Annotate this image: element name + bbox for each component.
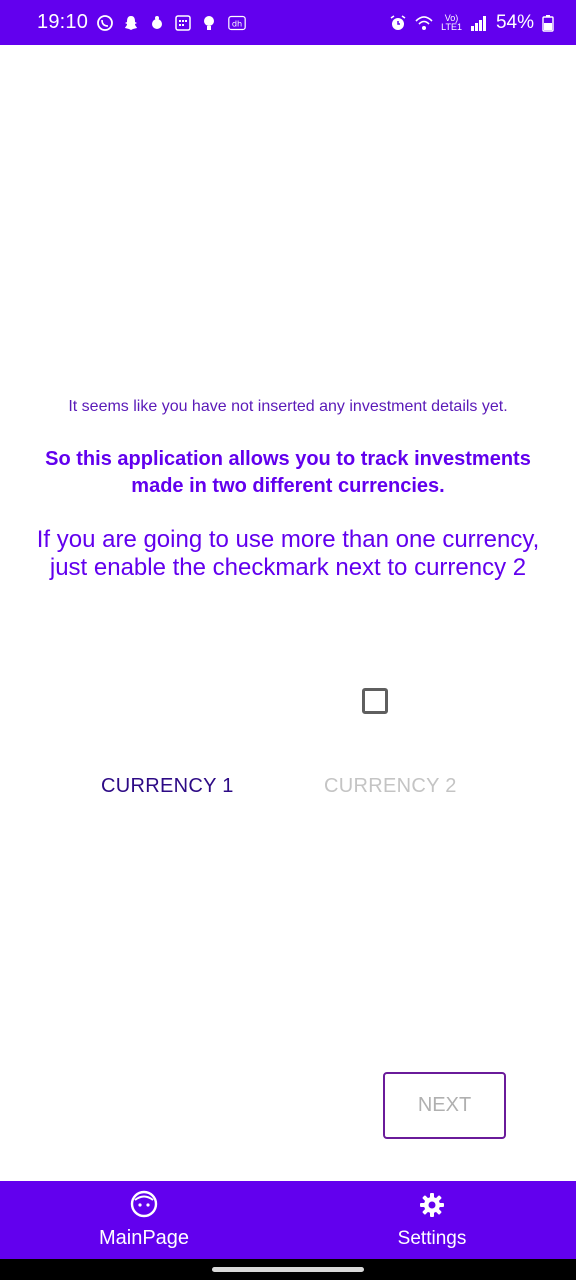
bulb-icon xyxy=(200,14,218,32)
bottom-nav: MainPage Settings xyxy=(0,1181,576,1259)
signal-icon xyxy=(470,14,488,32)
dh-icon: dh xyxy=(226,14,248,32)
nav-label-settings: Settings xyxy=(397,1227,467,1249)
alarm-icon xyxy=(389,14,407,32)
home-gesture-bar[interactable] xyxy=(212,1267,364,1272)
system-nav-bar xyxy=(0,1259,576,1280)
lte-bottom-label: LTE1 xyxy=(441,21,462,32)
currency2-checkbox[interactable] xyxy=(362,688,388,714)
nav-item-settings[interactable]: Settings xyxy=(288,1181,576,1259)
wifi-icon xyxy=(415,14,433,32)
currency2-button[interactable]: CURRENCY 2 xyxy=(324,775,457,798)
lte-indicator: Vo) LTE1 xyxy=(441,13,462,32)
status-bar-left: 19:10 dh xyxy=(37,11,248,34)
currency1-button[interactable]: CURRENCY 1 xyxy=(101,775,234,798)
empty-state-message: It seems like you have not inserted any … xyxy=(68,398,508,415)
dh-icon-label: dh xyxy=(232,18,242,28)
next-button[interactable]: NEXT xyxy=(383,1072,506,1139)
nav-label-mainpage: MainPage xyxy=(98,1227,190,1249)
status-bar-right: Vo) LTE1 54% xyxy=(389,12,554,34)
app-description: So this application allows you to track … xyxy=(45,448,531,497)
snapchat-icon xyxy=(122,14,140,32)
battery-icon xyxy=(542,14,554,32)
currency-instructions: If you are going to use more than one cu… xyxy=(36,526,540,581)
calendar-icon xyxy=(174,14,192,32)
nav-item-mainpage[interactable]: MainPage xyxy=(0,1181,288,1259)
status-bar: 19:10 dh Vo) LTE1 54% xyxy=(0,0,576,45)
face-icon xyxy=(130,1190,158,1223)
battery-percent: 54% xyxy=(495,11,534,33)
gear-icon xyxy=(418,1191,446,1224)
whatsapp-icon xyxy=(96,14,114,32)
status-time: 19:10 xyxy=(37,11,89,33)
app-root: 19:10 dh Vo) LTE1 54% It seems like you … xyxy=(0,0,576,1280)
notification-icon xyxy=(148,14,166,32)
